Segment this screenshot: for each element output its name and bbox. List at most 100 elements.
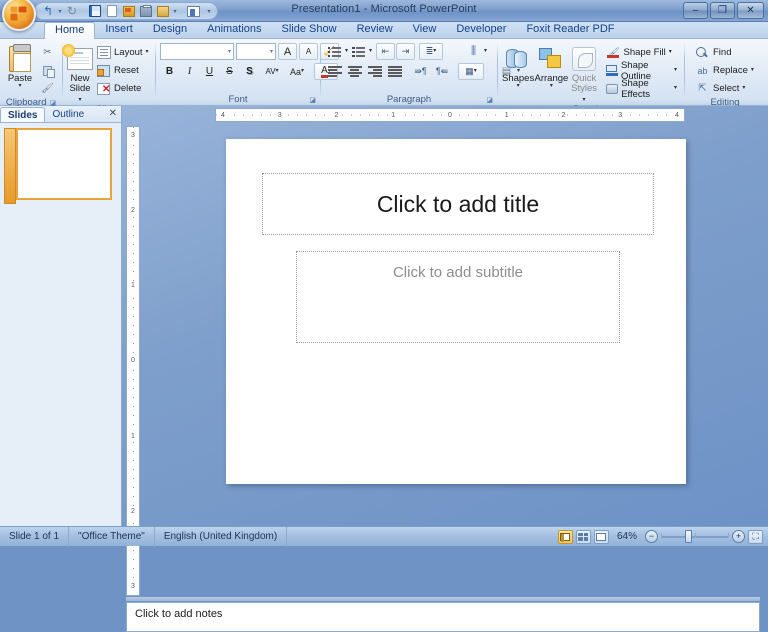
align-left-button[interactable] xyxy=(325,63,344,80)
align-text-button[interactable]: ¶⇚ xyxy=(431,63,453,80)
pane-tab-outline[interactable]: Outline xyxy=(45,107,91,122)
italic-button[interactable]: I xyxy=(180,63,199,80)
subtitle-placeholder[interactable]: Click to add subtitle xyxy=(296,251,620,343)
change-case-button[interactable]: Aa ▾ xyxy=(285,63,309,80)
zoom-out-button[interactable]: − xyxy=(645,530,658,543)
tab-developer[interactable]: Developer xyxy=(446,21,516,38)
decrease-indent-button[interactable]: ⇤ xyxy=(376,43,395,60)
columns-button[interactable]: ▦ ▾ xyxy=(458,63,484,80)
layout-button[interactable]: Layout ▾ xyxy=(93,44,152,61)
minimize-button[interactable]: – xyxy=(683,2,708,19)
pane-tab-slides[interactable]: Slides xyxy=(0,107,45,122)
replace-button[interactable]: ab Replace ▾ xyxy=(692,62,757,79)
slide-canvas[interactable]: Click to add title Click to add subtitle xyxy=(226,139,686,484)
line-spacing-button[interactable]: ≣ ▾ xyxy=(419,43,443,60)
theme-status[interactable]: "Office Theme" xyxy=(69,527,155,547)
bullets-button[interactable] xyxy=(325,43,344,60)
align-right-icon xyxy=(368,66,382,77)
columns-dropdown-arrow[interactable]: ▾ xyxy=(474,69,477,74)
slide-show-view-button[interactable] xyxy=(594,530,609,544)
shape-effects-button[interactable]: Shape Effects ▾ xyxy=(603,80,681,97)
tab-review[interactable]: Review xyxy=(347,21,403,38)
shapes-button[interactable]: Shapes ▾ xyxy=(502,42,534,89)
delete-slide-button[interactable]: ✕ Delete xyxy=(93,80,152,97)
new-slide-button[interactable]: New Slide ▾ xyxy=(67,42,93,104)
tab-home[interactable]: Home xyxy=(44,22,95,39)
ribbon-group-drawing: Shapes ▾ Arrange ▾ Quick Styles ▾ xyxy=(498,39,684,106)
zoom-slider[interactable] xyxy=(661,530,729,543)
shape-fill-dropdown-arrow[interactable]: ▾ xyxy=(669,50,672,55)
justify-button[interactable] xyxy=(385,63,404,80)
char-spacing-dropdown-arrow[interactable]: ▾ xyxy=(276,69,279,74)
increase-indent-button[interactable]: ⇥ xyxy=(396,43,415,60)
character-spacing-button[interactable]: AV ▾ xyxy=(260,63,284,80)
tab-insert[interactable]: Insert xyxy=(95,21,143,38)
underline-button[interactable]: U xyxy=(200,63,219,80)
notes-splitter[interactable] xyxy=(126,597,760,601)
bold-button[interactable]: B xyxy=(160,63,179,80)
paste-dropdown-arrow[interactable]: ▾ xyxy=(18,84,21,89)
font-name-input[interactable]: ▾ xyxy=(160,43,234,60)
slide-thumbnail[interactable] xyxy=(16,128,112,200)
notes-pane[interactable]: Click to add notes xyxy=(126,602,760,632)
replace-dropdown-arrow[interactable]: ▾ xyxy=(751,68,754,73)
zoom-slider-handle[interactable] xyxy=(685,530,692,543)
numbering-dropdown-arrow[interactable]: ▾ xyxy=(369,49,372,54)
line-spacing-dropdown-arrow[interactable]: ▾ xyxy=(433,49,436,54)
tab-animations[interactable]: Animations xyxy=(197,21,271,38)
convert-to-smartart-button[interactable]: ⫼ xyxy=(464,43,483,60)
text-shadow-button[interactable]: S xyxy=(240,63,259,80)
close-pane-button[interactable]: ✕ xyxy=(109,108,117,119)
reset-button[interactable]: Reset xyxy=(93,62,152,79)
slide-thumbnail-item[interactable]: 1 xyxy=(4,128,117,200)
tab-foxit-reader-pdf[interactable]: Foxit Reader PDF xyxy=(516,21,624,38)
slide-sorter-view-button[interactable] xyxy=(576,530,591,544)
shape-outline-button[interactable]: Shape Outline ▾ xyxy=(603,62,681,79)
tab-view[interactable]: View xyxy=(403,21,447,38)
paragraph-dialog-launcher[interactable]: ◪ xyxy=(486,96,493,104)
language-status[interactable]: English (United Kingdom) xyxy=(155,527,287,547)
cut-button[interactable]: ✂ xyxy=(37,44,58,61)
smartart-dropdown-arrow[interactable]: ▾ xyxy=(484,49,487,54)
numbering-button[interactable] xyxy=(349,43,368,60)
new-slide-dropdown-arrow[interactable]: ▾ xyxy=(78,97,81,103)
shapes-dropdown-arrow[interactable]: ▾ xyxy=(517,84,520,89)
font-dialog-launcher[interactable]: ◪ xyxy=(309,96,316,104)
format-painter-button[interactable]: 🖌 xyxy=(37,80,58,97)
tab-slide-show[interactable]: Slide Show xyxy=(272,21,347,38)
slide-count-status[interactable]: Slide 1 of 1 xyxy=(0,527,69,547)
shape-fill-button[interactable]: 🖌 Shape Fill ▾ xyxy=(603,44,681,61)
zoom-level-label[interactable]: 64% xyxy=(612,531,642,542)
center-button[interactable] xyxy=(345,63,364,80)
font-size-input[interactable]: ▾ xyxy=(236,43,276,60)
align-right-button[interactable] xyxy=(365,63,384,80)
quick-styles-dropdown-arrow[interactable]: ▾ xyxy=(583,97,586,103)
fit-to-window-button[interactable]: ⛶ xyxy=(748,530,763,544)
grow-font-button[interactable]: A xyxy=(278,43,297,60)
tab-design[interactable]: Design xyxy=(143,21,197,38)
change-case-dropdown-arrow[interactable]: ▾ xyxy=(301,69,304,74)
font-name-dropdown-arrow[interactable]: ▾ xyxy=(228,48,231,55)
select-button[interactable]: ⇱ Select ▾ xyxy=(692,80,757,97)
arrange-button[interactable]: Arrange ▾ xyxy=(534,42,568,89)
shape-effects-dropdown-arrow[interactable]: ▾ xyxy=(674,86,677,91)
copy-button[interactable] xyxy=(37,62,58,79)
title-placeholder[interactable]: Click to add title xyxy=(262,173,654,235)
find-button[interactable]: Find xyxy=(692,44,757,61)
paste-button[interactable]: Paste ▾ xyxy=(4,42,36,89)
shrink-font-button[interactable]: A xyxy=(299,43,318,60)
strikethrough-button[interactable]: S xyxy=(220,63,239,80)
arrange-icon xyxy=(539,44,563,74)
arrange-dropdown-arrow[interactable]: ▾ xyxy=(550,84,553,89)
layout-dropdown-arrow[interactable]: ▾ xyxy=(146,50,149,55)
select-dropdown-arrow[interactable]: ▾ xyxy=(742,86,745,91)
maximize-button[interactable]: ❐ xyxy=(710,2,735,19)
zoom-in-button[interactable]: + xyxy=(732,530,745,543)
shape-outline-dropdown-arrow[interactable]: ▾ xyxy=(674,68,677,73)
text-direction-button[interactable]: ⇛¶ xyxy=(411,63,430,80)
font-size-dropdown-arrow[interactable]: ▾ xyxy=(270,48,273,55)
bullets-dropdown-arrow[interactable]: ▾ xyxy=(345,49,348,54)
quick-styles-button[interactable]: Quick Styles ▾ xyxy=(569,42,600,104)
close-button[interactable]: ✕ xyxy=(737,2,764,19)
normal-view-button[interactable] xyxy=(558,530,573,544)
